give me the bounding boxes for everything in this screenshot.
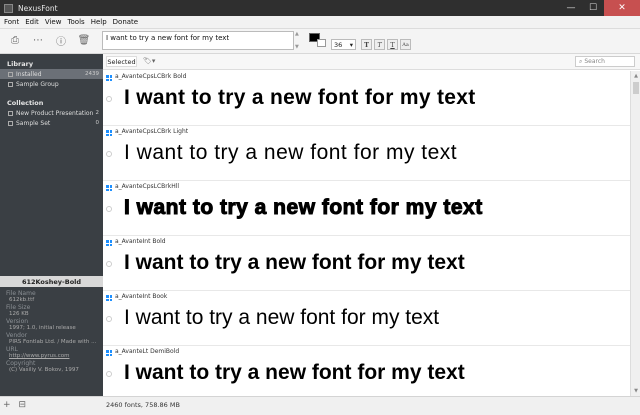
info-value: 1997; 1.0, initial release xyxy=(9,325,76,331)
window-title: NexusFont xyxy=(18,3,58,13)
windows-font-icon xyxy=(106,240,112,246)
font-list[interactable]: a_AvanteCpsLCBrk Bold I want to try a ne… xyxy=(103,71,630,396)
scroll-up-icon[interactable]: ▲ xyxy=(632,72,640,80)
tag-icon[interactable]: 🏷▾ xyxy=(143,57,155,65)
info-key: File Size xyxy=(6,304,31,311)
font-select-checkbox[interactable] xyxy=(106,371,112,377)
close-button[interactable]: ✕ xyxy=(604,0,640,16)
menu-help[interactable]: Help xyxy=(91,18,107,26)
font-size-select[interactable]: 36 ▾ xyxy=(331,39,356,50)
font-select-checkbox[interactable] xyxy=(106,316,112,322)
collection-header: Collection xyxy=(7,99,44,107)
search-icon: ⌕ xyxy=(579,57,583,65)
character-map-icon[interactable]: ⋯ xyxy=(31,33,45,47)
library-header: Library xyxy=(7,60,34,68)
windows-font-icon xyxy=(106,350,112,356)
windows-font-icon xyxy=(106,130,112,136)
chevron-down-icon: ▾ xyxy=(349,41,353,49)
selected-filter-button[interactable]: Selected xyxy=(106,56,137,67)
preview-text-spinner[interactable]: ▲ ▼ xyxy=(295,31,302,50)
info-key: Copyright xyxy=(6,360,36,367)
sidebar-item-installed[interactable]: Installed 2439 xyxy=(0,69,103,79)
folder-icon xyxy=(8,71,13,77)
font-sample: I want to try a new font for my text xyxy=(124,361,465,384)
filter-bar: Selected 🏷▾ ⌕ Search xyxy=(103,54,640,70)
info-key: URL xyxy=(6,346,18,353)
menu-tools[interactable]: Tools xyxy=(67,18,84,26)
background-color-swatch[interactable] xyxy=(317,39,326,47)
font-row[interactable]: a_AvanteInt Book I want to try a new fon… xyxy=(103,291,630,346)
font-row[interactable]: a_AvanteInt Bold I want to try a new fon… xyxy=(103,236,630,291)
title-bar: NexusFont — ☐ ✕ xyxy=(0,0,640,16)
info-value: PIRS Fontlab Ltd. / Made with ... xyxy=(9,339,97,345)
menu-view[interactable]: View xyxy=(45,18,62,26)
font-row[interactable]: a_AvanteCpsLCBrkHll I want to try a new … xyxy=(103,181,630,236)
font-select-checkbox[interactable] xyxy=(106,96,112,102)
font-name: a_AvanteCpsLCBrkHll xyxy=(115,183,180,190)
status-text: 2460 fonts, 758.86 MB xyxy=(106,401,180,409)
info-url-link[interactable]: http://www.pyrus.com xyxy=(6,353,97,359)
info-key: File Name xyxy=(6,290,36,297)
windows-font-icon xyxy=(106,75,112,81)
maximize-button[interactable]: ☐ xyxy=(582,0,604,16)
menu-donate[interactable]: Donate xyxy=(113,18,138,26)
font-sample: I want to try a new font for my text xyxy=(124,196,483,220)
set-icon xyxy=(8,110,13,116)
windows-font-icon xyxy=(106,295,112,301)
italic-button[interactable]: T xyxy=(374,39,385,50)
font-row[interactable]: a_AvanteCpsLCBrk Bold I want to try a ne… xyxy=(103,71,630,126)
sidebar-item-new-product-presentation[interactable]: New Product Presentation 2 xyxy=(0,108,103,118)
menu-bar: Font Edit View Tools Help Donate xyxy=(0,16,640,29)
font-sample: I want to try a new font for my text xyxy=(124,251,465,274)
menu-edit[interactable]: Edit xyxy=(25,18,39,26)
font-info-title: 612Koshey-Bold xyxy=(0,276,103,287)
set-icon xyxy=(8,120,13,126)
sidebar-item-sample-set[interactable]: Sample Set 0 xyxy=(0,118,103,128)
info-value: (C) Vasiliy V. Bokov, 1997 xyxy=(9,367,79,373)
font-row[interactable]: a_AvanteLt DemiBold I want to try a new … xyxy=(103,346,630,396)
font-select-checkbox[interactable] xyxy=(106,206,112,212)
trash-icon[interactable]: 🗑 xyxy=(77,33,91,47)
printer-icon[interactable]: ⎙ xyxy=(8,33,22,47)
font-sample: I want to try a new font for my text xyxy=(124,306,440,329)
preview-text-input[interactable]: I want to try a new font for my text xyxy=(102,31,294,50)
font-name: a_AvanteInt Book xyxy=(115,293,168,300)
menu-font[interactable]: Font xyxy=(4,18,19,26)
font-name: a_AvanteCpsLCBrk Light xyxy=(115,128,189,135)
windows-font-icon xyxy=(106,185,112,191)
add-icon[interactable]: + xyxy=(3,400,11,410)
remove-icon[interactable]: ⊟ xyxy=(19,400,27,410)
bold-button[interactable]: T xyxy=(361,39,372,50)
search-input[interactable]: ⌕ Search xyxy=(575,56,635,67)
info-icon[interactable]: ⓘ xyxy=(54,33,68,48)
minimize-button[interactable]: — xyxy=(560,0,582,16)
font-info-panel: File Name 612kb.ttf File Size 126 KB Ver… xyxy=(0,287,103,396)
font-select-checkbox[interactable] xyxy=(106,151,112,157)
sidebar-item-sample-group[interactable]: Sample Group xyxy=(0,79,103,89)
folder-icon xyxy=(8,81,13,87)
font-sample: I want to try a new font for my text xyxy=(124,141,458,164)
font-sample: I want to try a new font for my text xyxy=(124,86,476,109)
underline-button[interactable]: T xyxy=(387,39,398,50)
status-bar: + ⊟ 2460 fonts, 758.86 MB xyxy=(0,396,640,415)
vertical-scrollbar[interactable]: ▲ ▼ xyxy=(630,71,640,396)
info-key: Version xyxy=(6,318,29,325)
font-name: a_AvanteInt Bold xyxy=(115,238,166,245)
font-row[interactable]: a_AvanteCpsLCBrk Light I want to try a n… xyxy=(103,126,630,181)
case-button[interactable]: Aa xyxy=(400,39,411,50)
font-select-checkbox[interactable] xyxy=(106,261,112,267)
font-name: a_AvanteLt DemiBold xyxy=(115,348,180,355)
info-value: 126 KB xyxy=(9,311,29,317)
font-name: a_AvanteCpsLCBrk Bold xyxy=(115,73,187,80)
info-key: Vendor xyxy=(6,332,28,339)
scroll-down-icon[interactable]: ▼ xyxy=(632,387,640,395)
app-icon xyxy=(4,3,13,13)
font-list-area: Selected 🏷▾ ⌕ Search a_AvanteCpsLCBrk Bo… xyxy=(103,54,640,396)
scroll-thumb[interactable] xyxy=(633,82,639,94)
info-value: 612kb.ttf xyxy=(9,297,35,303)
